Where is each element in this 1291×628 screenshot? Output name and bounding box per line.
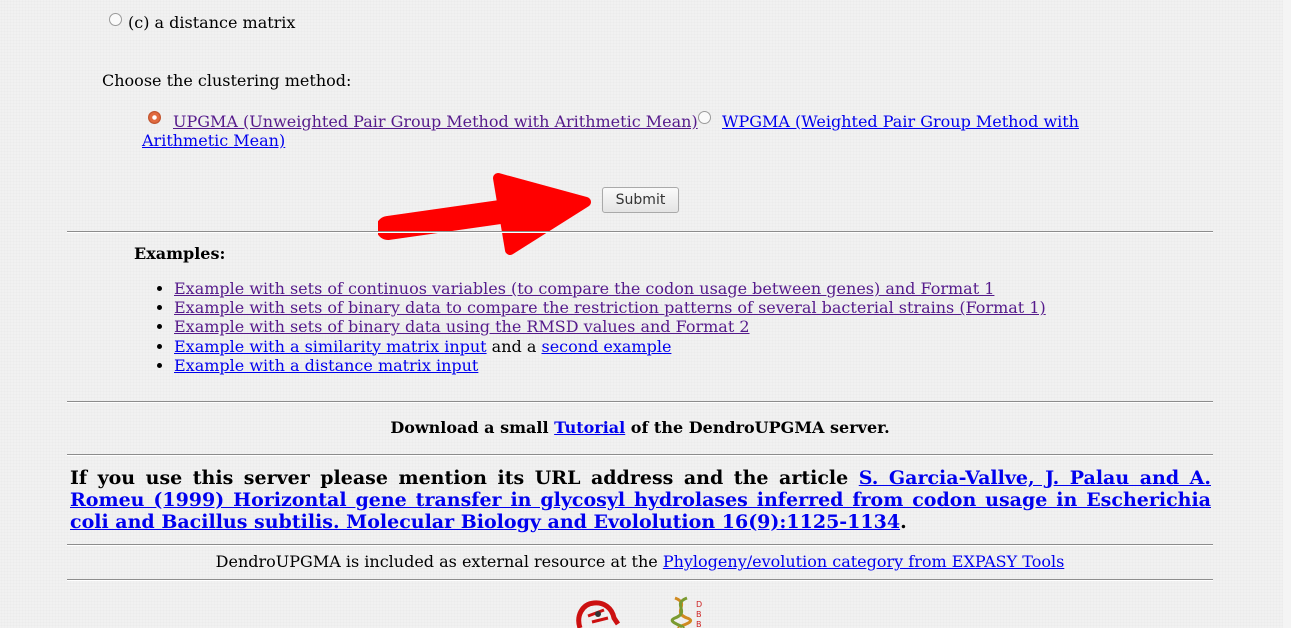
- logo-dna-icon[interactable]: D B B: [669, 596, 709, 628]
- upgma-radio[interactable]: [148, 111, 161, 124]
- tutorial-suffix: of the DendroUPGMA server.: [625, 418, 890, 437]
- clustering-prompt: Choose the clustering method:: [102, 71, 352, 90]
- wpgma-link-cont[interactable]: Arithmetic Mean): [142, 131, 285, 150]
- wpgma-link[interactable]: WPGMA (Weighted Pair Group Method with: [722, 112, 1079, 131]
- svg-text:B: B: [696, 610, 702, 619]
- scrollbar[interactable]: [1283, 0, 1291, 628]
- wpgma-radio[interactable]: [698, 111, 711, 124]
- annotation-arrow-icon: [378, 173, 591, 255]
- divider-4: [67, 544, 1213, 546]
- example-binary-link[interactable]: Example with sets of binary data to comp…: [174, 298, 1046, 317]
- citation-suffix: .: [900, 511, 907, 533]
- divider-5: [67, 579, 1213, 581]
- citation-paragraph: If you use this server please mention it…: [70, 467, 1211, 533]
- examples-heading: Examples:: [134, 244, 226, 263]
- svg-text:D: D: [696, 600, 702, 609]
- list-item: Example with sets of binary data to comp…: [174, 298, 1046, 317]
- example-mid-text: and a: [486, 336, 542, 356]
- list-item: Example with sets of binary data using t…: [174, 317, 1046, 336]
- examples-list: Example with sets of continuos variables…: [134, 279, 1046, 375]
- logo-red-icon[interactable]: [574, 598, 620, 628]
- expasy-line: DendroUPGMA is included as external reso…: [67, 552, 1213, 571]
- list-item: Example with a distance matrix input: [174, 356, 1046, 375]
- divider-3: [67, 454, 1213, 456]
- tutorial-link[interactable]: Tutorial: [554, 418, 625, 437]
- tutorial-line: Download a small Tutorial of the DendroU…: [67, 418, 1213, 437]
- divider-1: [67, 231, 1213, 233]
- distance-matrix-radio[interactable]: [109, 13, 122, 26]
- citation-prefix: If you use this server please mention it…: [70, 467, 859, 489]
- distance-matrix-label: (c) a distance matrix: [128, 13, 296, 32]
- tutorial-prefix: Download a small: [390, 418, 555, 437]
- upgma-link[interactable]: UPGMA (Unweighted Pair Group Method with…: [173, 112, 698, 131]
- svg-text:B: B: [696, 620, 702, 628]
- second-example-link[interactable]: second example: [541, 337, 671, 356]
- expasy-prefix: DendroUPGMA is included as external reso…: [215, 552, 663, 571]
- expasy-link[interactable]: Phylogeny/evolution category from EXPASY…: [663, 552, 1065, 571]
- example-similarity-link[interactable]: Example with a similarity matrix input: [174, 337, 487, 356]
- example-distance-link[interactable]: Example with a distance matrix input: [174, 356, 478, 375]
- list-item: Example with sets of continuos variables…: [174, 279, 1046, 298]
- divider-2: [67, 401, 1213, 403]
- example-continuous-link[interactable]: Example with sets of continuos variables…: [174, 279, 994, 298]
- submit-button[interactable]: Submit: [602, 187, 679, 213]
- example-rmsd-link[interactable]: Example with sets of binary data using t…: [174, 317, 750, 336]
- list-item: Example with a similarity matrix input a…: [174, 337, 1046, 356]
